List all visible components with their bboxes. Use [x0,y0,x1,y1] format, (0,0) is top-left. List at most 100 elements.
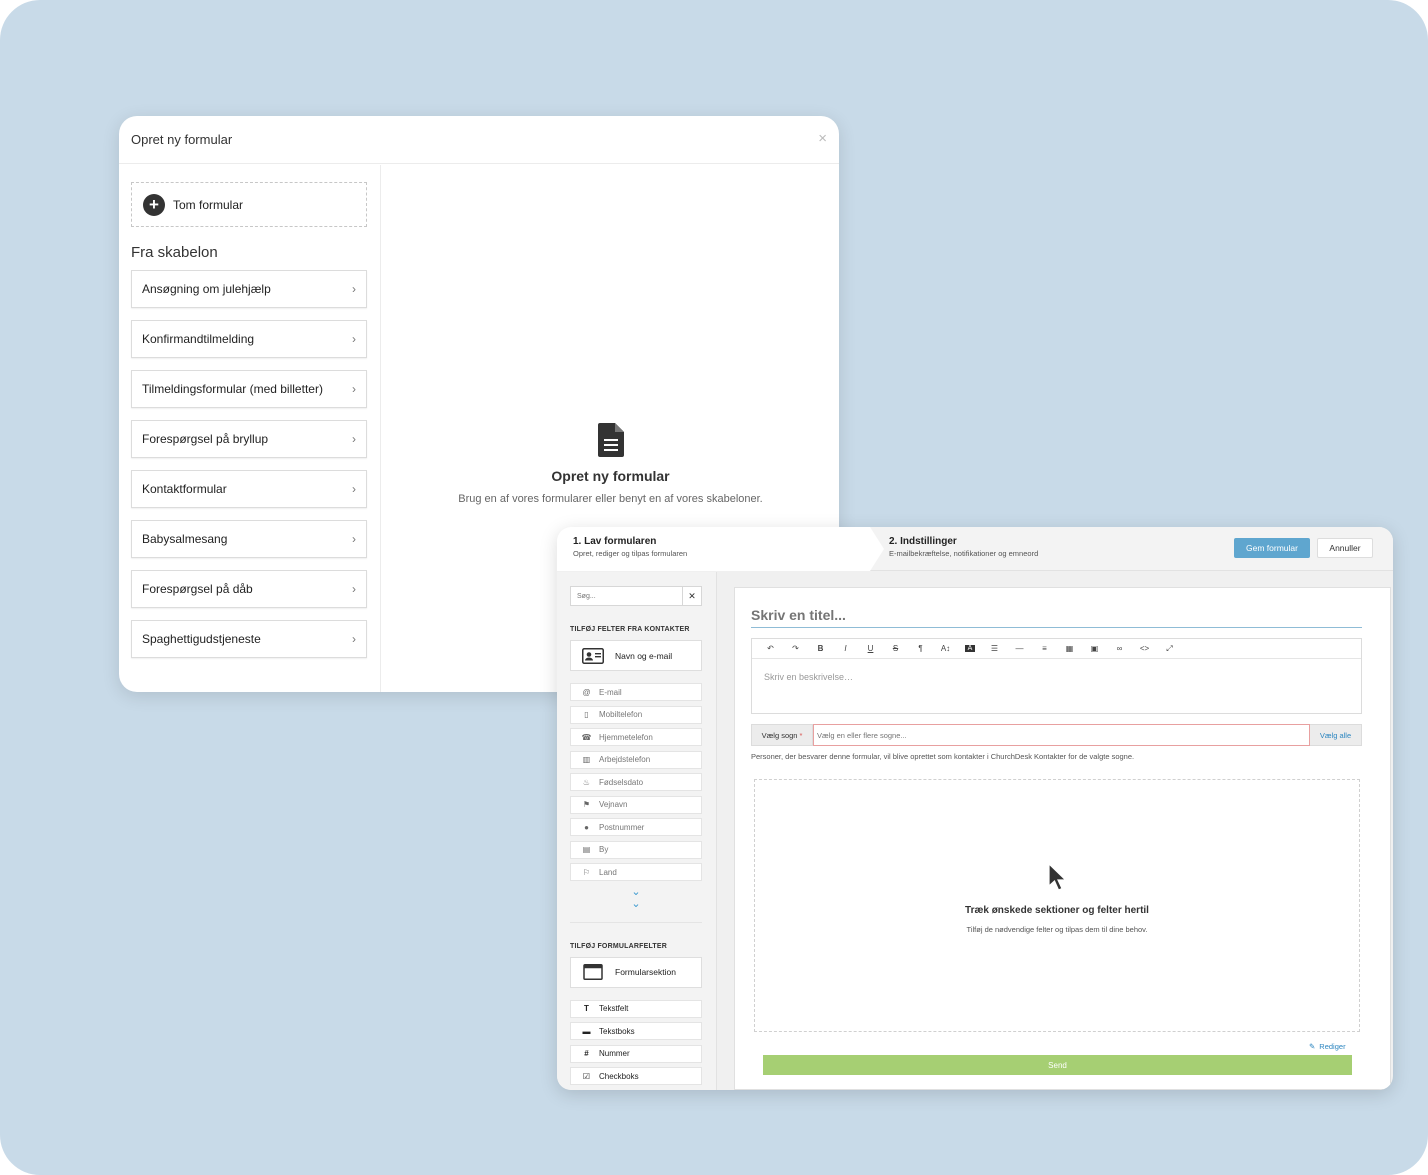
template-item[interactable]: Forespørgsel på bryllup › [131,420,367,458]
field-mobile[interactable]: ▯ Mobiltelefon [570,705,702,724]
form-builder-window: 1. Lav formularen Opret, rediger og tilp… [557,527,1393,1090]
code-icon[interactable]: <> [1132,644,1157,653]
drop-zone-subtitle: Tilføj de nødvendige felter og tilpas de… [966,925,1148,934]
underline-icon[interactable]: U [858,644,883,653]
template-label: Tilmeldingsformular (med billetter) [142,382,323,396]
road-icon: ⚑ [582,800,591,809]
form-section-label: Formularsektion [615,967,676,977]
field-label: Arbejdstelefon [599,755,651,764]
fullscreen-icon[interactable]: ⤢ [1157,644,1182,654]
select-all-parishes-button[interactable]: Vælg alle [1310,724,1362,746]
horizontal-rule-icon[interactable]: — [1007,644,1032,653]
contact-card-icon [582,647,604,664]
contact-fields-heading: TILFØJ FELTER FRA KONTAKTER [570,626,690,633]
description-input[interactable]: Skriv en beskrivelse… [752,659,1361,695]
template-item[interactable]: Tilmeldingsformular (med billetter) › [131,370,367,408]
field-street[interactable]: ⚑ Vejnavn [570,795,702,814]
redo-icon[interactable]: ↷ [783,644,808,653]
show-more-chevron-icon[interactable]: ⌄ ⌄ [570,886,702,910]
align-icon[interactable]: ≡ [1032,644,1057,653]
empty-state-subtitle: Brug en af vores formularer eller benyt … [458,493,763,505]
chevron-right-icon: › [352,432,356,446]
strikethrough-icon[interactable]: S [883,644,908,653]
template-item[interactable]: Kontaktformular › [131,470,367,508]
save-form-button[interactable]: Gem formular [1234,538,1310,558]
field-text[interactable]: T Tekstfelt [570,999,702,1018]
field-checkbox[interactable]: ☑ Checkboks [570,1067,702,1085]
list-icon[interactable]: ☰ [982,644,1007,653]
field-label: Postnummer [599,822,645,832]
field-email[interactable]: @ E-mail [570,683,702,701]
hash-icon: # [584,1049,589,1058]
close-icon[interactable]: × [818,130,827,147]
field-label: Land [599,867,617,877]
template-item[interactable]: Konfirmandtilmelding › [131,320,367,358]
clear-search-icon[interactable]: ✕ [683,586,702,606]
field-birthdate[interactable]: ♨ Fødselsdato [570,773,702,791]
step-title: 1. Lav formularen [573,536,657,547]
plus-circle-icon: + [143,193,165,216]
template-label: Forespørgsel på dåb [142,582,253,596]
parish-input[interactable] [813,724,1310,746]
modal-title: Opret ny formular [131,132,233,147]
link-icon[interactable]: ∞ [1107,644,1132,653]
chevron-right-icon: › [352,282,356,296]
step-subtitle: E-mailbekræftelse, notifikationer og emn… [889,549,1039,558]
cancel-button[interactable]: Annuller [1317,538,1373,558]
font-size-icon[interactable]: A↕ [933,644,958,653]
template-item[interactable]: Babysalmesang › [131,520,367,558]
template-item[interactable]: Forespørgsel på dåb › [131,570,367,608]
edit-link[interactable]: ✎ Rediger [1309,1042,1346,1051]
italic-icon[interactable]: I [833,644,858,653]
image-icon[interactable]: ▣ [1082,644,1107,653]
step-subtitle: Opret, rediger og tilpas formularen [573,549,688,558]
at-icon: @ [582,687,591,697]
template-label: Konfirmandtilmelding [142,332,255,346]
font-color-icon[interactable]: A [965,645,975,652]
field-city[interactable]: ▤ By [570,840,702,859]
bold-icon[interactable]: B [808,644,833,653]
field-number[interactable]: # Nummer [570,1044,702,1063]
table-icon[interactable]: ▦ [1057,644,1082,653]
step-settings[interactable]: 2. Indstillinger E-mailbekræftelse, noti… [889,536,1038,558]
office-icon: ▥ [582,755,591,764]
from-template-heading: Fra skabelon [131,244,218,261]
send-button[interactable]: Send [763,1055,1352,1075]
parish-label: Vælg sogn * [751,724,813,746]
paragraph-icon[interactable]: ¶ [908,644,933,653]
chevron-right-icon: › [352,632,356,646]
description-editor: ↶ ↷ B I U S ¶ A↕ A ☰ — ≡ ▦ ▣ ∞ <> ⤢ Skri… [751,638,1362,714]
form-canvas: ↶ ↷ B I U S ¶ A↕ A ☰ — ≡ ▦ ▣ ∞ <> ⤢ Skri… [734,587,1391,1090]
field-label: Fødselsdato [599,777,644,787]
empty-state-title: Opret ny formular [551,468,670,484]
name-email-block[interactable]: Navn og e-mail [570,640,702,671]
parish-help-text: Personer, der besvarer denne formular, v… [751,752,1135,761]
blank-form-button[interactable]: + Tom formular [131,182,367,227]
step-arrow [870,527,884,571]
field-home-phone[interactable]: ☎ Hjemmetelefon [570,728,702,746]
undo-icon[interactable]: ↶ [758,644,783,653]
empty-state: Opret ny formular Brug en af vores formu… [382,423,839,505]
chevron-right-icon: › [352,582,356,596]
field-label: By [599,845,609,854]
template-item[interactable]: Ansøgning om julehjælp › [131,270,367,308]
template-label: Babysalmesang [142,532,228,546]
form-section-block[interactable]: Formularsektion [570,956,702,988]
field-postcode[interactable]: ● Postnummer [570,818,702,836]
field-label: Nummer [599,1049,630,1058]
sidebar-divider [570,921,702,923]
search-input[interactable] [570,586,684,606]
template-item[interactable]: Spaghettigudstjeneste › [131,620,367,658]
field-search: ✕ [570,586,702,606]
field-label: Tekstfelt [599,1004,629,1013]
step-build-form[interactable]: 1. Lav formularen Opret, rediger og tilp… [557,527,870,571]
drop-zone[interactable]: Træk ønskede sektioner og felter hertil … [754,779,1360,1032]
field-textbox[interactable]: ▬ Tekstboks [570,1022,702,1040]
field-country[interactable]: ⚐ Land [570,863,702,881]
cursor-pointer-icon [1047,862,1067,898]
field-sidebar: ✕ TILFØJ FELTER FRA KONTAKTER Navn og e-… [557,572,717,1090]
field-work-phone[interactable]: ▥ Arbejdstelefon [570,750,702,769]
form-title-input[interactable] [751,602,1362,628]
field-label: Vejnavn [599,800,628,809]
template-panel: + Tom formular Fra skabelon Ansøgning om… [119,165,381,692]
